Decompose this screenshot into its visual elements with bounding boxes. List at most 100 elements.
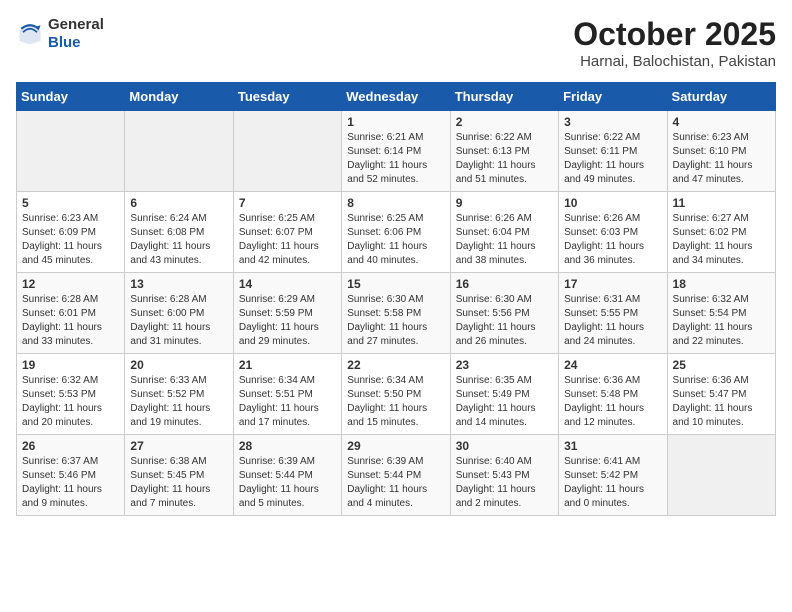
calendar-week-row: 19 Sunrise: 6:32 AM Sunset: 5:53 PM Dayli… [17,354,776,435]
day-info: Sunrise: 6:36 AM Sunset: 5:48 PM Dayligh… [564,374,661,430]
logo-icon [16,20,44,48]
day-number: 23 [456,358,553,372]
day-info: Sunrise: 6:36 AM Sunset: 5:47 PM Dayligh… [673,374,770,430]
day-number: 30 [456,439,553,453]
day-info: Sunrise: 6:30 AM Sunset: 5:58 PM Dayligh… [347,293,444,349]
day-info: Sunrise: 6:26 AM Sunset: 6:03 PM Dayligh… [564,212,661,268]
day-info: Sunrise: 6:21 AM Sunset: 6:14 PM Dayligh… [347,131,444,187]
day-info: Sunrise: 6:28 AM Sunset: 6:00 PM Dayligh… [130,293,227,349]
day-number: 28 [239,439,336,453]
calendar-cell: 15 Sunrise: 6:30 AM Sunset: 5:58 PM Dayli… [342,273,450,354]
calendar-cell: 3 Sunrise: 6:22 AM Sunset: 6:11 PM Daylig… [559,111,667,192]
calendar-cell: 9 Sunrise: 6:26 AM Sunset: 6:04 PM Daylig… [450,192,558,273]
day-info: Sunrise: 6:24 AM Sunset: 6:08 PM Dayligh… [130,212,227,268]
calendar-cell [125,111,233,192]
day-number: 4 [673,115,770,129]
day-info: Sunrise: 6:25 AM Sunset: 6:06 PM Dayligh… [347,212,444,268]
calendar-title: October 2025 [573,16,776,53]
calendar-week-row: 26 Sunrise: 6:37 AM Sunset: 5:46 PM Dayli… [17,435,776,516]
calendar-cell: 24 Sunrise: 6:36 AM Sunset: 5:48 PM Dayli… [559,354,667,435]
day-number: 20 [130,358,227,372]
calendar-cell: 25 Sunrise: 6:36 AM Sunset: 5:47 PM Dayli… [667,354,775,435]
calendar-cell: 14 Sunrise: 6:29 AM Sunset: 5:59 PM Dayli… [233,273,341,354]
calendar-subtitle: Harnai, Balochistan, Pakistan [573,53,776,70]
day-number: 19 [22,358,119,372]
calendar-cell: 31Sunrise: 6:41 AM Sunset: 5:42 PM Dayli… [559,435,667,516]
calendar-cell: 27 Sunrise: 6:38 AM Sunset: 5:45 PM Dayli… [125,435,233,516]
calendar-cell: 20Sunrise: 6:33 AM Sunset: 5:52 PM Dayli… [125,354,233,435]
calendar-cell: 1 Sunrise: 6:21 AM Sunset: 6:14 PM Daylig… [342,111,450,192]
calendar-cell [17,111,125,192]
day-info: Sunrise: 6:22 AM Sunset: 6:11 PM Dayligh… [564,131,661,187]
calendar-week-row: 1 Sunrise: 6:21 AM Sunset: 6:14 PM Daylig… [17,111,776,192]
logo-text: General Blue [48,16,104,52]
day-number: 25 [673,358,770,372]
day-info: Sunrise: 6:37 AM Sunset: 5:46 PM Dayligh… [22,455,119,511]
day-info: Sunrise: 6:26 AM Sunset: 6:04 PM Dayligh… [456,212,553,268]
weekday-header-monday: Monday [125,83,233,111]
day-number: 24 [564,358,661,372]
calendar-cell: 10 Sunrise: 6:26 AM Sunset: 6:03 PM Dayli… [559,192,667,273]
day-info: Sunrise: 6:27 AM Sunset: 6:02 PM Dayligh… [673,212,770,268]
calendar-cell: 11 Sunrise: 6:27 AM Sunset: 6:02 PM Dayli… [667,192,775,273]
day-info: Sunrise: 6:23 AM Sunset: 6:10 PM Dayligh… [673,131,770,187]
day-number: 27 [130,439,227,453]
day-number: 10 [564,196,661,210]
calendar-cell: 28 Sunrise: 6:39 AM Sunset: 5:44 PM Dayli… [233,435,341,516]
day-number: 29 [347,439,444,453]
day-info: Sunrise: 6:39 AM Sunset: 5:44 PM Dayligh… [239,455,336,511]
day-number: 9 [456,196,553,210]
calendar-cell: 16 Sunrise: 6:30 AM Sunset: 5:56 PM Dayli… [450,273,558,354]
day-info: Sunrise: 6:38 AM Sunset: 5:45 PM Dayligh… [130,455,227,511]
day-number: 2 [456,115,553,129]
day-info: Sunrise: 6:32 AM Sunset: 5:54 PM Dayligh… [673,293,770,349]
day-number: 6 [130,196,227,210]
calendar-cell: 17Sunrise: 6:31 AM Sunset: 5:55 PM Dayli… [559,273,667,354]
day-info: Sunrise: 6:34 AM Sunset: 5:51 PM Dayligh… [239,374,336,430]
weekday-header-saturday: Saturday [667,83,775,111]
weekday-header-sunday: Sunday [17,83,125,111]
calendar-cell: 29 Sunrise: 6:39 AM Sunset: 5:44 PM Dayli… [342,435,450,516]
logo: General Blue [16,16,104,52]
calendar-cell: 13 Sunrise: 6:28 AM Sunset: 6:00 PM Dayli… [125,273,233,354]
calendar-cell: 2 Sunrise: 6:22 AM Sunset: 6:13 PM Daylig… [450,111,558,192]
day-number: 11 [673,196,770,210]
calendar-week-row: 12 Sunrise: 6:28 AM Sunset: 6:01 PM Dayli… [17,273,776,354]
calendar-cell: 4 Sunrise: 6:23 AM Sunset: 6:10 PM Daylig… [667,111,775,192]
calendar-cell: 26 Sunrise: 6:37 AM Sunset: 5:46 PM Dayli… [17,435,125,516]
day-number: 7 [239,196,336,210]
day-number: 31 [564,439,661,453]
calendar-cell: 5 Sunrise: 6:23 AM Sunset: 6:09 PM Daylig… [17,192,125,273]
calendar-week-row: 5 Sunrise: 6:23 AM Sunset: 6:09 PM Daylig… [17,192,776,273]
day-number: 21 [239,358,336,372]
day-number: 8 [347,196,444,210]
day-number: 3 [564,115,661,129]
day-number: 5 [22,196,119,210]
calendar-cell: 21 Sunrise: 6:34 AM Sunset: 5:51 PM Dayli… [233,354,341,435]
day-number: 1 [347,115,444,129]
day-number: 16 [456,277,553,291]
calendar-cell: 8 Sunrise: 6:25 AM Sunset: 6:06 PM Daylig… [342,192,450,273]
calendar-cell [667,435,775,516]
day-info: Sunrise: 6:30 AM Sunset: 5:56 PM Dayligh… [456,293,553,349]
calendar-table: SundayMondayTuesdayWednesdayThursdayFrid… [16,82,776,516]
day-info: Sunrise: 6:28 AM Sunset: 6:01 PM Dayligh… [22,293,119,349]
day-info: Sunrise: 6:35 AM Sunset: 5:49 PM Dayligh… [456,374,553,430]
day-number: 15 [347,277,444,291]
day-number: 12 [22,277,119,291]
day-info: Sunrise: 6:22 AM Sunset: 6:13 PM Dayligh… [456,131,553,187]
day-info: Sunrise: 6:29 AM Sunset: 5:59 PM Dayligh… [239,293,336,349]
calendar-cell: 6 Sunrise: 6:24 AM Sunset: 6:08 PM Daylig… [125,192,233,273]
day-number: 14 [239,277,336,291]
day-number: 18 [673,277,770,291]
weekday-header-friday: Friday [559,83,667,111]
day-info: Sunrise: 6:32 AM Sunset: 5:53 PM Dayligh… [22,374,119,430]
day-info: Sunrise: 6:40 AM Sunset: 5:43 PM Dayligh… [456,455,553,511]
calendar-cell: 30 Sunrise: 6:40 AM Sunset: 5:43 PM Dayli… [450,435,558,516]
day-info: Sunrise: 6:23 AM Sunset: 6:09 PM Dayligh… [22,212,119,268]
day-info: Sunrise: 6:39 AM Sunset: 5:44 PM Dayligh… [347,455,444,511]
weekday-header-tuesday: Tuesday [233,83,341,111]
day-info: Sunrise: 6:34 AM Sunset: 5:50 PM Dayligh… [347,374,444,430]
day-number: 13 [130,277,227,291]
day-number: 26 [22,439,119,453]
